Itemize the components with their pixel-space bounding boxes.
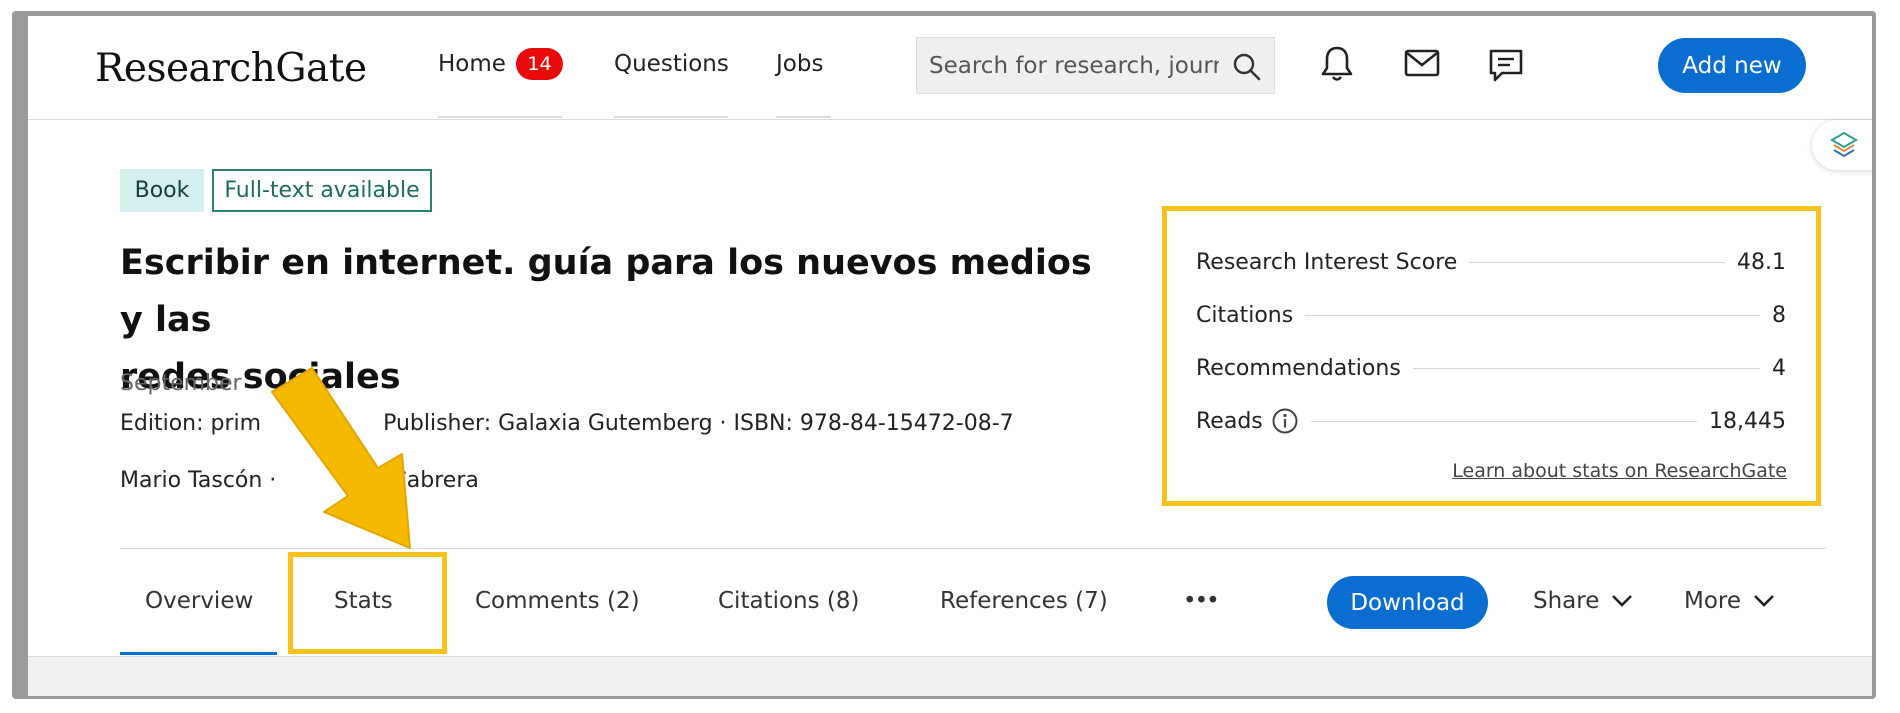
chevron-down-icon — [1612, 595, 1633, 607]
tab-overview[interactable]: Overview — [145, 588, 253, 614]
pointer-arrow-icon — [271, 367, 411, 549]
tab-references[interactable]: References (7) — [940, 588, 1108, 614]
stat-recommendations: Recommendations 4 — [1196, 353, 1786, 383]
browser-viewport: ResearchGate Home 14 Questions Jobs Sear… — [28, 16, 1872, 696]
stat-leader-line — [1310, 420, 1698, 422]
stat-value: 4 — [1772, 355, 1786, 381]
nav-questions[interactable]: Questions — [614, 51, 729, 118]
stat-label: Citations — [1196, 302, 1294, 328]
share-dropdown[interactable]: Share — [1533, 588, 1633, 614]
tab-comments[interactable]: Comments (2) — [475, 588, 640, 614]
stat-citations: Citations 8 — [1196, 300, 1786, 330]
stat-reads: Reads 18,445 — [1196, 406, 1786, 436]
edition-text: Edition: prim — [120, 411, 262, 436]
stat-leader-line — [1412, 367, 1760, 369]
stat-research-interest: Research Interest Score 48.1 — [1196, 247, 1786, 277]
info-icon[interactable] — [1271, 407, 1299, 435]
book-tag: Book — [120, 169, 204, 212]
chat-icon[interactable] — [1488, 48, 1524, 84]
stat-label: Reads — [1196, 408, 1263, 434]
search-box[interactable] — [916, 37, 1275, 94]
home-notification-badge: 14 — [516, 48, 563, 80]
more-label: More — [1684, 588, 1742, 614]
stat-value: 8 — [1772, 302, 1786, 328]
active-tab-indicator — [120, 652, 277, 655]
stat-label: Research Interest Score — [1196, 249, 1458, 275]
title-line-1: Escribir en internet. guía para los nuev… — [120, 243, 1092, 340]
stats-tab-highlight-box — [288, 552, 447, 654]
search-icon[interactable] — [1232, 52, 1262, 82]
download-button[interactable]: Download — [1327, 576, 1488, 629]
more-dropdown[interactable]: More — [1684, 588, 1775, 614]
author-1[interactable]: Mario Tascón · — [120, 468, 276, 493]
learn-about-stats-link[interactable]: Learn about stats on ResearchGate — [1452, 460, 1787, 482]
nav-questions-label: Questions — [614, 51, 729, 77]
top-header: ResearchGate Home 14 Questions Jobs Sear… — [28, 16, 1872, 120]
add-new-button[interactable]: Add new — [1658, 38, 1806, 93]
layers-icon — [1830, 131, 1858, 158]
nav-home-label: Home — [438, 51, 506, 77]
search-input[interactable] — [929, 50, 1219, 82]
tab-citations[interactable]: Citations (8) — [718, 588, 860, 614]
fulltext-tag: Full-text available — [212, 169, 432, 212]
stat-leader-line — [1305, 314, 1760, 316]
share-label: Share — [1533, 588, 1600, 614]
mail-icon[interactable] — [1404, 48, 1440, 78]
chevron-down-icon — [1754, 595, 1774, 607]
stats-highlight-box: Research Interest Score 48.1 Citations 8… — [1162, 206, 1821, 506]
nav-jobs[interactable]: Jobs — [776, 51, 831, 118]
publisher-isbn-text: Publisher: Galaxia Gutemberg · ISBN: 978… — [383, 411, 1014, 436]
publication-date: September — [120, 371, 242, 396]
edition-line: Edition: prim Publisher: Galaxia Gutembe… — [120, 411, 1014, 436]
stat-label: Recommendations — [1196, 355, 1401, 381]
stat-value: 18,445 — [1709, 408, 1786, 434]
stat-value: 48.1 — [1737, 249, 1786, 275]
stat-leader-line — [1469, 261, 1726, 263]
side-panel-tab[interactable] — [1812, 120, 1872, 170]
nav-jobs-label: Jobs — [776, 51, 824, 77]
tab-more-dots[interactable]: ••• — [1183, 588, 1220, 614]
bell-icon[interactable] — [1320, 44, 1354, 84]
researchgate-logo[interactable]: ResearchGate — [95, 46, 367, 91]
content-area-bottom — [28, 656, 1872, 696]
